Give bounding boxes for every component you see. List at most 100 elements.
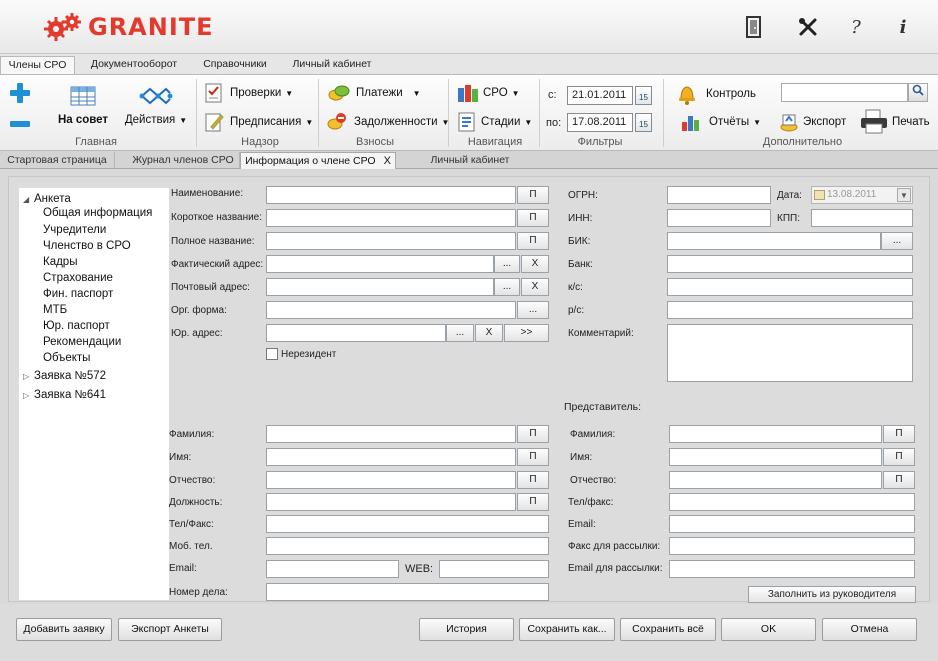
calendar-icon[interactable]: 15	[635, 86, 652, 105]
print-button[interactable]: Печать	[860, 109, 930, 135]
remove-icon[interactable]	[9, 119, 31, 129]
name-p-button[interactable]: П	[517, 186, 549, 204]
position-p-button[interactable]: П	[517, 493, 549, 511]
doctab-members-journal[interactable]: Журнал членов СРО	[127, 152, 240, 169]
tree-item-recommendations[interactable]: Рекомендации	[43, 336, 121, 348]
payments-button[interactable]: Платежи ▼	[328, 83, 421, 103]
first-name-p-button[interactable]: П	[517, 448, 549, 466]
history-button[interactable]: История	[419, 618, 514, 641]
postal-address-input[interactable]	[266, 278, 494, 296]
search-icon[interactable]	[908, 83, 928, 102]
sro-button[interactable]: СРО ▼	[457, 83, 520, 103]
debts-button[interactable]: Задолженности ▼	[326, 112, 449, 132]
tree-item-founders[interactable]: Учредители	[43, 224, 106, 236]
org-form-input[interactable]	[266, 301, 516, 319]
org-form-browse-button[interactable]: ...	[517, 301, 549, 319]
full-name-p-button[interactable]: П	[517, 232, 549, 250]
tab-personal-cabinet[interactable]: Личный кабинет	[284, 56, 380, 74]
ribbon-search-input[interactable]	[781, 83, 908, 102]
rep-surname-input[interactable]	[669, 425, 882, 443]
tab-directories[interactable]: Справочники	[193, 56, 277, 74]
web-input[interactable]	[439, 560, 549, 578]
export-form-button[interactable]: Экспорт Анкеты	[118, 618, 222, 641]
rep-surname-p-button[interactable]: П	[883, 425, 915, 443]
doctab-member-info[interactable]: Информация о члене СРО X	[240, 152, 396, 169]
tree-item-insurance[interactable]: Страхование	[43, 272, 113, 284]
short-name-p-button[interactable]: П	[517, 209, 549, 227]
tree-node-request-641[interactable]: ▷ Заявка №641	[23, 389, 106, 401]
actual-address-input[interactable]	[266, 255, 494, 273]
full-name-input[interactable]	[266, 232, 516, 250]
tab-sro-members[interactable]: Члены СРО	[0, 56, 75, 74]
chevron-down-icon[interactable]: ▼	[897, 188, 911, 202]
checks-button[interactable]: Проверки ▼	[204, 83, 293, 103]
surname-p-button[interactable]: П	[517, 425, 549, 443]
tree-item-sro-membership[interactable]: Членство в СРО	[43, 240, 131, 252]
tree-item-objects[interactable]: Объекты	[43, 352, 90, 364]
calendar-icon[interactable]: 15	[635, 113, 652, 132]
export-button[interactable]: Экспорт	[779, 112, 846, 132]
patronymic-p-button[interactable]: П	[517, 471, 549, 489]
control-button[interactable]: Контроль	[676, 83, 756, 105]
doctab-personal-cabinet[interactable]: Личный кабинет	[410, 152, 530, 169]
tab-document-flow[interactable]: Документооборот	[80, 56, 188, 74]
tree-item-staff[interactable]: Кадры	[43, 256, 77, 268]
nonresident-checkbox[interactable]	[266, 348, 278, 360]
tools-icon[interactable]	[795, 14, 821, 40]
fill-from-head-button[interactable]: Заполнить из руководителя	[748, 586, 916, 603]
legal-address-browse-button[interactable]: ...	[446, 324, 474, 342]
rep-patronymic-p-button[interactable]: П	[883, 471, 915, 489]
on-council-button[interactable]: На совет	[58, 85, 108, 126]
rep-mail-email-input[interactable]	[669, 560, 915, 578]
rep-first-name-input[interactable]	[669, 448, 882, 466]
date-from-input[interactable]: 21.01.2011	[567, 86, 633, 105]
actual-address-browse-button[interactable]: ...	[494, 255, 520, 273]
tree-item-legal-passport[interactable]: Юр. паспорт	[43, 320, 110, 332]
doctab-start-page[interactable]: Стартовая страница	[0, 152, 115, 169]
rep-patronymic-input[interactable]	[669, 471, 882, 489]
stages-button[interactable]: Стадии ▼	[457, 112, 532, 132]
surname-input[interactable]	[266, 425, 516, 443]
help-icon[interactable]: ?	[843, 14, 869, 40]
add-request-button[interactable]: Добавить заявку	[16, 618, 112, 641]
tree-item-mtb[interactable]: МТБ	[43, 304, 67, 316]
cancel-button[interactable]: Отмена	[822, 618, 917, 641]
bik-input[interactable]	[667, 232, 881, 250]
date-picker[interactable]: 13.08.2011 ▼	[811, 186, 913, 204]
tree-node-request-572[interactable]: ▷ Заявка №572	[23, 370, 106, 382]
name-input[interactable]	[266, 186, 516, 204]
kpp-input[interactable]	[811, 209, 913, 227]
postal-address-browse-button[interactable]: ...	[494, 278, 520, 296]
date-to-input[interactable]: 17.08.2011	[567, 113, 633, 132]
tree-item-general-info[interactable]: Общая информация	[43, 207, 152, 219]
add-icon[interactable]	[9, 82, 31, 104]
save-all-button[interactable]: Сохранить всё	[620, 618, 716, 641]
position-input[interactable]	[266, 493, 516, 511]
ogrn-input[interactable]	[667, 186, 771, 204]
comment-textarea[interactable]	[667, 324, 913, 382]
save-as-button[interactable]: Сохранить как...	[519, 618, 615, 641]
ks-input[interactable]	[667, 278, 913, 296]
legal-address-copy-button[interactable]: >>	[504, 324, 549, 342]
orders-button[interactable]: Предписания ▼	[204, 112, 313, 132]
first-name-input[interactable]	[266, 448, 516, 466]
legal-address-clear-button[interactable]: X	[475, 324, 503, 342]
bik-browse-button[interactable]: ...	[881, 232, 913, 250]
actual-address-clear-button[interactable]: X	[521, 255, 549, 273]
email-input[interactable]	[266, 560, 399, 578]
rep-phone-fax-input[interactable]	[669, 493, 915, 511]
reports-button[interactable]: Отчёты ▼	[681, 112, 761, 132]
close-icon[interactable]: X	[384, 155, 391, 167]
patronymic-input[interactable]	[266, 471, 516, 489]
tree-item-fin-passport[interactable]: Фин. паспорт	[43, 288, 113, 300]
case-number-input[interactable]	[266, 583, 549, 601]
rep-email-input[interactable]	[669, 515, 915, 533]
info-icon[interactable]: i	[890, 14, 916, 40]
postal-address-clear-button[interactable]: X	[521, 278, 549, 296]
inn-input[interactable]	[667, 209, 771, 227]
legal-address-input[interactable]	[266, 324, 446, 342]
short-name-input[interactable]	[266, 209, 516, 227]
ok-button[interactable]: OK	[721, 618, 816, 641]
actions-button[interactable]: Действия ▼	[125, 85, 187, 126]
door-icon[interactable]	[741, 14, 767, 40]
